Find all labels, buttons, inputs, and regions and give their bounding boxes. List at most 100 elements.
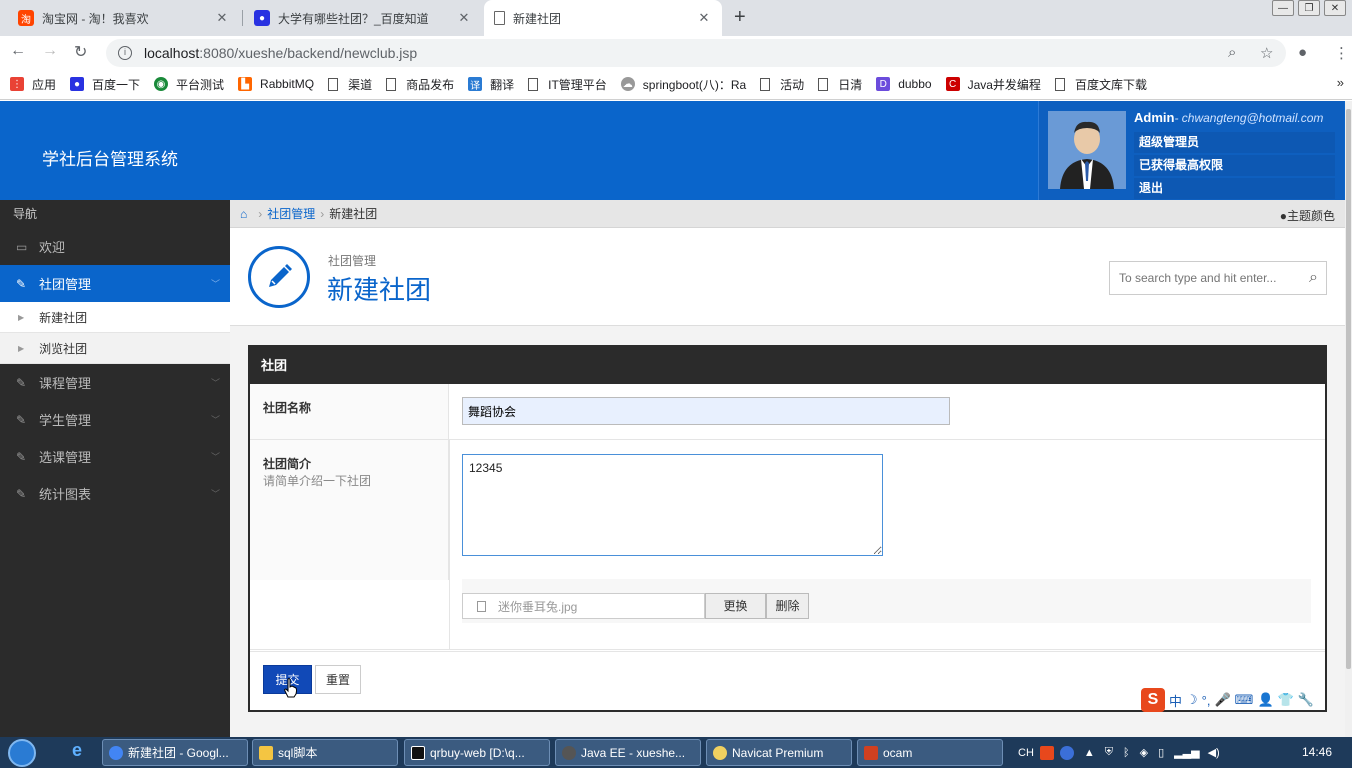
help-icon[interactable] (1059, 745, 1074, 760)
language-indicator[interactable]: CH (1018, 747, 1034, 759)
user-avatar-icon (1048, 111, 1126, 189)
page-icon (1054, 77, 1065, 91)
ime-keyboard-icon[interactable]: ⌨ (1235, 692, 1254, 708)
task-intellij[interactable]: qrbuy-web [D:\q... (404, 739, 550, 766)
new-tab-icon[interactable]: + (734, 6, 746, 29)
sidebar-item-statistics[interactable]: ✎ 统计图表 ﹀ (0, 475, 230, 512)
browser-toolbar: ← → ↻ i localhost:8080/xueshe/backend/ne… (0, 36, 1352, 69)
internet-explorer-icon[interactable]: e (62, 740, 92, 765)
change-file-button[interactable]: 更换 (705, 593, 766, 619)
task-sql-folder[interactable]: sql脚本 (252, 739, 398, 766)
ime-skin-icon[interactable]: 👕 (1278, 692, 1294, 708)
battery-icon[interactable]: ▯ (1158, 746, 1164, 759)
signal-icon[interactable]: ▂▃▅ (1174, 746, 1199, 759)
sogou-ime-icon[interactable]: S (1141, 688, 1165, 712)
bookmark-activity[interactable]: 活动 (760, 76, 804, 93)
reset-button[interactable]: 重置 (315, 665, 361, 694)
ime-tools-icon[interactable]: 🔧 (1298, 692, 1314, 708)
eclipse-icon (562, 745, 576, 760)
bookmark-star-icon[interactable]: ☆ (1260, 44, 1273, 62)
pencil-icon: ✎ (16, 486, 27, 501)
ime-microphone-icon[interactable]: 🎤 (1214, 692, 1230, 708)
ime-user-icon[interactable]: 👤 (1257, 692, 1273, 708)
reload-icon[interactable]: ↻ (74, 42, 87, 62)
sidebar-subitem-new-club[interactable]: ▶ 新建社团 (0, 302, 230, 333)
task-ocam[interactable]: ocam (857, 739, 1003, 766)
file-upload-zone: 迷你垂耳兔.jpg 更换 删除 (462, 579, 1311, 623)
permission-status[interactable]: 已获得最高权限 (1134, 155, 1335, 176)
bookmark-java-concurrency[interactable]: C Java并发编程 (945, 76, 1041, 93)
close-tab-icon[interactable]: ✕ (214, 10, 230, 26)
menu-dots-icon[interactable]: ⋮ (1334, 44, 1349, 62)
info-icon[interactable]: i (118, 46, 132, 60)
task-navicat[interactable]: Navicat Premium (706, 739, 852, 766)
file-name-field[interactable]: 迷你垂耳兔.jpg (462, 593, 705, 619)
close-tab-icon[interactable]: ✕ (696, 10, 712, 26)
forward-icon[interactable]: → (42, 42, 58, 60)
apps-icon: ⋮ (10, 77, 24, 91)
close-tab-icon[interactable]: ✕ (456, 10, 472, 26)
address-bar[interactable]: i localhost:8080/xueshe/backend/newclub.… (106, 39, 1286, 67)
folder-icon (259, 745, 273, 760)
shield-icon[interactable]: ⛨ (1105, 746, 1113, 759)
task-eclipse[interactable]: Java EE - xueshe... (555, 739, 701, 766)
start-button[interactable] (2, 737, 42, 768)
profile-icon[interactable]: ● (1298, 44, 1307, 61)
close-window-icon[interactable]: ✕ (1324, 0, 1346, 16)
minimize-icon[interactable]: — (1272, 0, 1294, 16)
bookmark-apps[interactable]: ⋮ 应用 (10, 76, 56, 93)
bookmark-platform-test[interactable]: ◉ 平台测试 (154, 76, 224, 93)
bookmark-it-platform[interactable]: IT管理平台 (528, 76, 607, 93)
ocam-icon (864, 745, 878, 760)
sidebar-subitem-browse-clubs[interactable]: ▶ 浏览社团 (0, 333, 230, 364)
bookmark-springboot[interactable]: ☁ springboot(八)：Ra (620, 76, 746, 93)
ime-chinese-mode[interactable]: 中 (1169, 691, 1182, 710)
ime-moon-icon[interactable]: ☽ (1186, 692, 1198, 708)
club-description-textarea[interactable]: 12345 (462, 454, 883, 556)
bookmark-wenku-download[interactable]: 百度文库下载 (1054, 76, 1147, 93)
search-icon[interactable]: ⌕ (1309, 269, 1318, 287)
bookmark-channel[interactable]: 渠道 (328, 76, 372, 93)
intellij-icon (411, 745, 425, 760)
bookmark-dubbo[interactable]: Ddubbo (876, 77, 932, 91)
sidebar-item-enrollment-management[interactable]: ✎ 选课管理 ﹀ (0, 438, 230, 475)
role-super-admin[interactable]: 超级管理员 (1134, 132, 1335, 153)
tab-taobao[interactable]: 淘 淘宝网 - 淘！我喜欢 ✕ (8, 0, 240, 36)
sogou-tray-icon[interactable] (1039, 745, 1054, 760)
bookmark-daily[interactable]: 日清 (818, 76, 862, 93)
sidebar-item-course-management[interactable]: ✎ 课程管理 ﹀ (0, 364, 230, 401)
bookmark-translate[interactable]: 译翻译 (468, 76, 514, 93)
network-icon[interactable]: ◈ (1140, 746, 1148, 759)
zoom-search-icon[interactable]: ⌕ (1228, 44, 1236, 61)
bookmark-product-publish[interactable]: 商品发布 (386, 76, 454, 93)
scrollbar-thumb[interactable] (1346, 109, 1351, 669)
back-icon[interactable]: ← (10, 42, 26, 60)
pencil-icon: ✎ (16, 276, 27, 291)
chevron-down-icon: ﹀ (210, 279, 220, 289)
tab-newclub[interactable]: 新建社团 ✕ (484, 0, 722, 36)
bookmark-rabbitmq[interactable]: ▙ RabbitMQ (238, 77, 314, 91)
sidebar-item-welcome[interactable]: ▭ 欢迎 (0, 228, 230, 265)
tab-baidu-zhidao[interactable]: ● 大学有哪些社团？_百度知道 ✕ (244, 0, 482, 36)
more-bookmarks-icon[interactable]: » (1337, 75, 1344, 90)
task-chrome[interactable]: 新建社团 - Googl... (102, 739, 248, 766)
user-box: Admin- chwangteng@hotmail.com 超级管理员 已获得最… (1038, 101, 1344, 200)
form-row-description: 社团简介 请简单介绍一下社团 12345 迷你垂耳兔.jpg 更换 删除 (250, 440, 1325, 650)
logout-link[interactable]: 退出 (1134, 178, 1335, 199)
restore-icon[interactable]: ❐ (1298, 0, 1320, 16)
sidebar-item-student-management[interactable]: ✎ 学生管理 ﹀ (0, 401, 230, 438)
taskbar-clock[interactable]: 14:46 (1302, 745, 1332, 759)
sidebar-item-club-management[interactable]: ✎ 社团管理 ﹀ (0, 265, 230, 302)
volume-icon[interactable]: ◀) (1208, 746, 1220, 759)
page-scrollbar[interactable] (1345, 101, 1352, 737)
theme-color-button[interactable]: ●主题颜色 (1280, 207, 1335, 224)
ime-punctuation-icon[interactable]: °, (1202, 693, 1211, 708)
home-icon[interactable]: ⌂ (240, 207, 247, 221)
bluetooth-icon[interactable]: ᛒ (1123, 747, 1130, 759)
tray-expand-icon[interactable]: ▲ (1084, 747, 1095, 759)
bookmark-baidu[interactable]: ● 百度一下 (70, 76, 140, 93)
delete-file-button[interactable]: 删除 (766, 593, 809, 619)
search-input[interactable] (1119, 271, 1299, 285)
club-name-input[interactable] (462, 397, 950, 425)
breadcrumb-parent[interactable]: 社团管理 (267, 205, 315, 222)
